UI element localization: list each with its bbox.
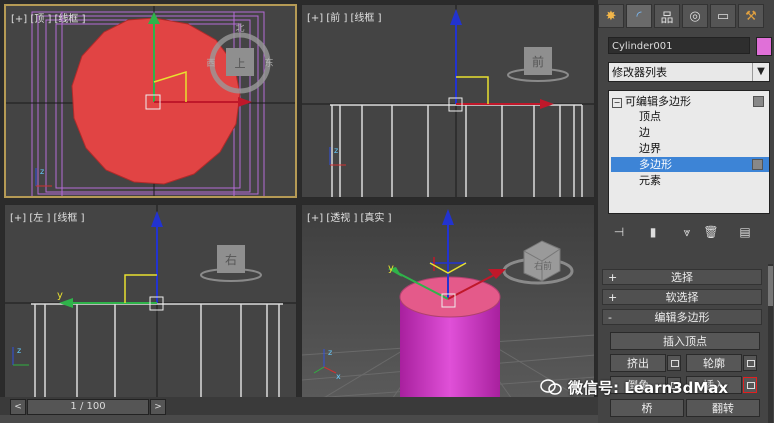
- hierarchy-tab[interactable]: 品: [654, 4, 680, 28]
- insert-vertex-button[interactable]: 插入顶点: [610, 332, 760, 350]
- remove-modifier-icon[interactable]: 🗑: [702, 224, 720, 240]
- scrollbar-thumb[interactable]: [768, 266, 773, 306]
- collapse-minus-icon[interactable]: −: [612, 98, 622, 108]
- stack-visibility-icon[interactable]: [752, 159, 763, 170]
- stack-root-label: 可编辑多边形: [625, 95, 691, 108]
- stack-item-label: 多边形: [639, 158, 672, 171]
- viewport-label[interactable]: [+] [顶 ] [线框 ]: [11, 10, 86, 25]
- persp-x-axis-label: x: [336, 372, 341, 381]
- stack-item-label: 边: [639, 126, 650, 139]
- viewport-front[interactable]: 前 z [+] [前 ] [线框 ]: [301, 4, 595, 198]
- display-tab[interactable]: ▭: [710, 4, 736, 28]
- motion-icon: ◎: [689, 8, 701, 24]
- flip-button[interactable]: 翻转: [686, 399, 760, 417]
- wechat-watermark: 微信号: Learn3dMax: [540, 376, 728, 398]
- outline-button[interactable]: 轮廓: [686, 354, 742, 372]
- expand-plus-icon: +: [608, 271, 618, 284]
- modify-icon: ◜: [636, 8, 642, 24]
- command-panel-scrollbar[interactable]: [768, 264, 773, 423]
- left-z-axis-label: z: [17, 346, 21, 355]
- left-view-scene: 右 y z: [5, 205, 296, 397]
- show-end-result-icon[interactable]: ▮: [644, 224, 662, 240]
- pin-stack-icon[interactable]: ⊣: [610, 224, 628, 240]
- display-icon: ▭: [716, 8, 730, 24]
- extrude-button[interactable]: 挤出: [610, 354, 666, 372]
- viewcube-persp-label: 右前: [534, 260, 552, 272]
- stack-root-editable-poly[interactable]: − 可编辑多边形: [612, 94, 770, 109]
- left-y-axis-label: y: [57, 290, 63, 301]
- viewcube-front-label: 前: [532, 54, 544, 69]
- timeline-track[interactable]: [0, 415, 598, 423]
- compass-east: 东: [264, 57, 273, 69]
- modifier-list-label: 修改器列表: [612, 66, 667, 79]
- stack-item-polygon[interactable]: 多边形: [611, 157, 769, 172]
- front-z-axis-label: z: [334, 146, 338, 155]
- rollout-soft-selection[interactable]: + 软选择: [602, 289, 762, 305]
- extrude-settings-icon[interactable]: [667, 355, 681, 371]
- command-panel: ✸ ◜ 品 ◎ ▭ ⚒ Cylinder001 修改器列表 ▼ − 可编辑多边形 …: [598, 0, 774, 423]
- modify-tab[interactable]: ◜: [626, 4, 652, 28]
- top-z-axis-label: z: [40, 167, 44, 176]
- compass-north: 北: [235, 23, 244, 34]
- stack-item-edge[interactable]: 边: [611, 125, 769, 140]
- bridge-button[interactable]: 桥: [610, 399, 684, 417]
- make-unique-icon[interactable]: ⩔: [678, 224, 696, 240]
- watermark-text: 微信号: Learn3dMax: [568, 378, 729, 397]
- utilities-icon: ⚒: [745, 8, 757, 24]
- persp-y-axis-label: y: [388, 263, 394, 274]
- wechat-icon: [540, 378, 562, 396]
- viewcube-top-label: 上: [235, 57, 246, 70]
- prev-frame-button[interactable]: <: [10, 399, 26, 415]
- inset-settings-icon[interactable]: [743, 377, 757, 393]
- viewport-label[interactable]: [+] [左 ] [线框 ]: [10, 209, 85, 224]
- modifier-list-dropdown[interactable]: 修改器列表 ▼: [608, 62, 770, 82]
- stack-item-label: 边界: [639, 142, 661, 155]
- next-frame-button[interactable]: >: [150, 399, 166, 415]
- outline-settings-icon[interactable]: [743, 355, 757, 371]
- compass-west: 西: [206, 58, 215, 69]
- object-color-swatch[interactable]: [756, 37, 772, 56]
- utilities-tab[interactable]: ⚒: [738, 4, 764, 28]
- configure-sets-icon[interactable]: ▤: [736, 224, 754, 240]
- object-name-field[interactable]: Cylinder001: [608, 37, 750, 54]
- viewport-label[interactable]: [+] [前 ] [线框 ]: [307, 9, 382, 24]
- stack-item-element[interactable]: 元素: [611, 173, 769, 188]
- viewport-label[interactable]: [+] [透视 ] [真实 ]: [307, 209, 392, 224]
- perspective-scene: 右前 y z x: [302, 205, 594, 397]
- stack-item-vertex[interactable]: 顶点: [611, 109, 769, 124]
- rollout-title: 选择: [671, 271, 693, 284]
- rollout-title: 编辑多边形: [654, 311, 710, 324]
- viewport-left[interactable]: 右 y z [+] [左 ] [线框 ]: [4, 204, 297, 398]
- create-tab[interactable]: ✸: [598, 4, 624, 28]
- rollout-edit-polygons[interactable]: - 编辑多边形: [602, 309, 762, 325]
- chevron-down-icon: ▼: [752, 63, 769, 81]
- persp-z-axis-label: z: [328, 348, 332, 357]
- stack-toolbar: ⊣ ▮ ⩔ 🗑 ▤: [608, 224, 770, 242]
- create-icon: ✸: [605, 8, 617, 24]
- time-slider[interactable]: 1 / 100: [27, 399, 149, 415]
- viewcube-left-label: 右: [225, 252, 237, 267]
- rollout-title: 软选择: [665, 291, 699, 304]
- stack-visibility-icon[interactable]: [753, 96, 764, 107]
- expand-plus-icon: +: [608, 291, 618, 304]
- rollout-selection[interactable]: + 选择: [602, 269, 762, 285]
- motion-tab[interactable]: ◎: [682, 4, 708, 28]
- collapse-minus-icon: -: [608, 311, 612, 324]
- stack-item-border[interactable]: 边界: [611, 141, 769, 156]
- hierarchy-icon: 品: [660, 10, 674, 26]
- top-view-scene: 上 北 西 东 z: [6, 6, 295, 196]
- stack-item-label: 顶点: [639, 110, 661, 123]
- front-view-scene: 前 z: [302, 5, 594, 197]
- viewport-top[interactable]: 上 北 西 东 z [+] [顶 ] [线框 ]: [4, 4, 297, 198]
- time-slider-bar: < 1 / 100 >: [0, 397, 598, 423]
- viewport-perspective[interactable]: 右前 y z x [+] [透视 ] [真实 ]: [301, 204, 595, 398]
- modifier-stack: − 可编辑多边形 顶点 边 边界 多边形 元素: [608, 90, 770, 214]
- stack-item-label: 元素: [639, 174, 661, 187]
- command-panel-tabs: ✸ ◜ 品 ◎ ▭ ⚒: [598, 4, 774, 30]
